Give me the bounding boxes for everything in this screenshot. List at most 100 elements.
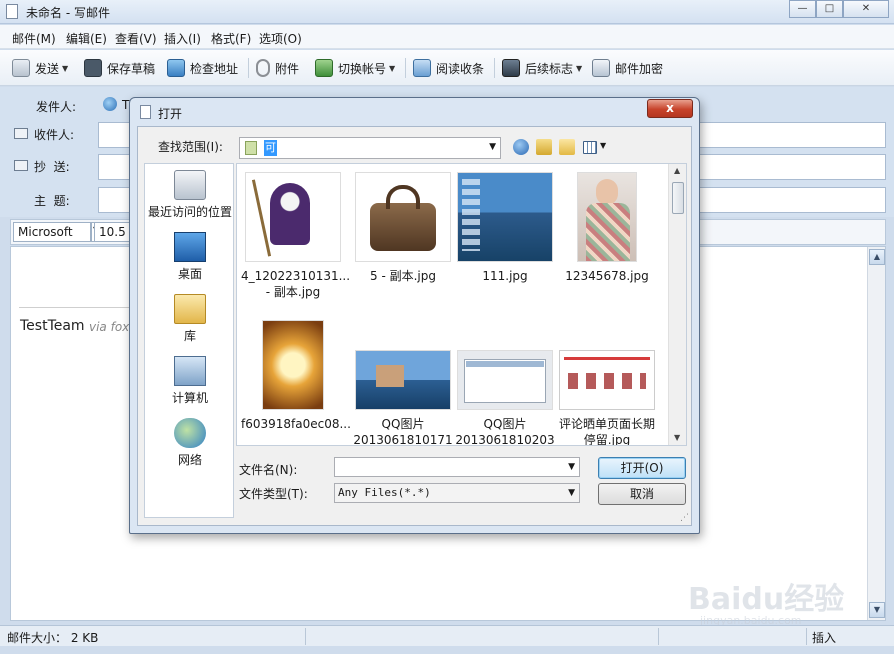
filename-label: 文件名(N): bbox=[239, 463, 298, 477]
close-window-button[interactable]: ✕ bbox=[843, 0, 889, 18]
minimize-button[interactable]: — bbox=[789, 0, 816, 18]
maximize-button[interactable]: □ bbox=[816, 0, 843, 18]
file-name: 111.jpg bbox=[482, 269, 528, 283]
cancel-button[interactable]: 取消 bbox=[598, 483, 686, 505]
file-item[interactable]: 5 - 副本.jpg bbox=[351, 172, 455, 284]
place-label: 库 bbox=[183, 329, 196, 343]
filename-input[interactable]: ▼ bbox=[334, 457, 580, 477]
save-draft-button[interactable]: 保存草稿 bbox=[84, 58, 155, 78]
lock-mail-icon bbox=[592, 59, 610, 77]
menu-bar: 邮件(M) 编辑(E) 查看(V) 插入(I) 格式(F) 选项(O) bbox=[0, 25, 894, 49]
image-thumbnail bbox=[577, 172, 637, 262]
image-thumbnail bbox=[355, 172, 451, 262]
chevron-down-icon[interactable]: ▼ bbox=[489, 142, 496, 152]
scroll-down-icon[interactable]: ▼ bbox=[674, 433, 680, 442]
encrypt-button[interactable]: 邮件加密 bbox=[592, 58, 663, 78]
menu-view[interactable]: 查看(V) bbox=[115, 30, 157, 47]
open-button[interactable]: 打开(O) bbox=[598, 457, 686, 479]
menu-insert[interactable]: 插入(I) bbox=[164, 30, 201, 47]
file-name: f603918fa0ec08... bbox=[241, 417, 351, 431]
image-thumbnail bbox=[245, 172, 341, 262]
file-item[interactable]: 111.jpg bbox=[453, 172, 557, 284]
new-folder-icon[interactable] bbox=[559, 139, 575, 155]
file-list-scrollbar[interactable]: ▲ ▼ bbox=[668, 164, 686, 445]
menu-mail[interactable]: 邮件(M) bbox=[12, 30, 56, 47]
follow-up-button[interactable]: 后续标志 ▼ bbox=[502, 58, 582, 78]
place-network[interactable]: 网络 bbox=[145, 418, 235, 468]
file-item[interactable]: 12345678.jpg bbox=[555, 172, 659, 284]
address-book-icon[interactable] bbox=[14, 160, 28, 171]
resize-grip-icon[interactable]: ⋰ bbox=[680, 513, 689, 523]
send-icon bbox=[12, 59, 30, 77]
toolbar: 发送 ▼ 保存草稿 检查地址 附件 切换帐号 ▼ 阅读收条 后续标志 ▼ 邮件加密 bbox=[0, 50, 894, 86]
scroll-up-icon[interactable]: ▲ bbox=[674, 166, 680, 175]
place-recent[interactable]: 最近访问的位置 bbox=[145, 170, 235, 220]
dialog-titlebar: 打开 x bbox=[130, 98, 699, 126]
file-name: QQ图片 2013061810171 bbox=[353, 417, 453, 446]
filetype-select[interactable]: Any Files(*.*) ▼ bbox=[334, 483, 580, 503]
read-receipt-button[interactable]: 阅读收条 bbox=[413, 58, 484, 78]
folder-icon bbox=[245, 141, 257, 155]
receipt-check-icon bbox=[413, 59, 431, 77]
send-button[interactable]: 发送 ▼ bbox=[12, 58, 68, 78]
document-icon bbox=[140, 105, 151, 119]
toolbar-divider bbox=[248, 58, 249, 78]
dialog-body: 查找范围(I): 可 ▼ ▼ 最近访问的位置 桌面 库 计算机 网络 4_120… bbox=[137, 126, 692, 526]
to-label: 收件人: bbox=[34, 128, 75, 142]
image-thumbnail bbox=[559, 350, 655, 410]
address-book-icon[interactable] bbox=[14, 128, 28, 139]
file-item[interactable]: QQ图片 2013061810171 bbox=[351, 320, 455, 446]
chevron-down-icon[interactable]: ▼ bbox=[576, 64, 582, 73]
look-in-select[interactable]: 可 ▼ bbox=[239, 137, 501, 159]
scroll-thumb[interactable] bbox=[672, 182, 684, 214]
place-label: 桌面 bbox=[177, 267, 202, 281]
image-thumbnail bbox=[355, 350, 451, 410]
file-item[interactable]: f603918fa0ec08... bbox=[241, 320, 351, 432]
place-desktop[interactable]: 桌面 bbox=[145, 232, 235, 282]
look-in-value: 可 bbox=[264, 140, 277, 156]
file-item[interactable]: 4_12022310131... - 副本.jpg bbox=[241, 172, 350, 300]
place-computer[interactable]: 计算机 bbox=[145, 356, 235, 406]
file-name: 5 - 副本.jpg bbox=[370, 269, 436, 283]
chevron-down-icon[interactable]: ▼ bbox=[568, 458, 575, 476]
read-receipt-label: 阅读收条 bbox=[436, 61, 485, 76]
follow-up-label: 后续标志 bbox=[525, 61, 574, 76]
place-label: 最近访问的位置 bbox=[147, 205, 232, 219]
chevron-down-icon[interactable]: ▼ bbox=[600, 141, 606, 150]
dialog-title: 打开 bbox=[158, 107, 183, 121]
file-item[interactable]: 评论晒单页面长期 停留.jpg bbox=[555, 320, 659, 446]
file-name: 12345678.jpg bbox=[565, 269, 649, 283]
check-address-button[interactable]: 检查地址 bbox=[167, 58, 238, 78]
insert-mode-status: 插入 bbox=[812, 631, 837, 645]
scroll-up-icon[interactable]: ▲ bbox=[869, 249, 885, 265]
up-folder-icon[interactable] bbox=[536, 139, 552, 155]
dialog-close-button[interactable]: x bbox=[647, 99, 693, 118]
library-icon bbox=[174, 294, 206, 324]
status-divider bbox=[305, 628, 306, 645]
floppy-disk-icon bbox=[84, 59, 102, 77]
font-size-value: 10.5 bbox=[99, 225, 126, 239]
file-name: 评论晒单页面长期 停留.jpg bbox=[558, 417, 655, 446]
place-library[interactable]: 库 bbox=[145, 294, 235, 344]
menu-format[interactable]: 格式(F) bbox=[211, 30, 251, 47]
look-in-label: 查找范围(I): bbox=[158, 140, 223, 154]
menu-options[interactable]: 选项(O) bbox=[259, 30, 302, 47]
chevron-down-icon[interactable]: ▼ bbox=[62, 64, 68, 73]
view-menu-icon[interactable] bbox=[583, 141, 597, 154]
font-select[interactable]: Microsoft bbox=[13, 222, 91, 242]
cc-label: 抄 送: bbox=[34, 160, 70, 174]
switch-account-button[interactable]: 切换帐号 ▼ bbox=[315, 58, 395, 78]
switch-account-label: 切换帐号 bbox=[338, 61, 387, 76]
attachment-label: 附件 bbox=[275, 61, 300, 76]
status-divider bbox=[658, 628, 659, 645]
font-size-select[interactable]: 10.5 bbox=[94, 222, 134, 242]
recent-places-icon bbox=[174, 170, 206, 200]
back-icon[interactable] bbox=[513, 139, 529, 155]
from-label: 发件人: bbox=[36, 100, 77, 114]
menu-edit[interactable]: 编辑(E) bbox=[66, 30, 107, 47]
attachment-button[interactable]: 附件 bbox=[256, 58, 299, 78]
file-item[interactable]: QQ图片 2013061810203 bbox=[453, 320, 557, 445]
chevron-down-icon[interactable]: ▼ bbox=[389, 64, 395, 73]
status-bar: 邮件大小： 2 KB 插入 bbox=[0, 625, 894, 646]
chevron-down-icon[interactable]: ▼ bbox=[568, 484, 575, 502]
